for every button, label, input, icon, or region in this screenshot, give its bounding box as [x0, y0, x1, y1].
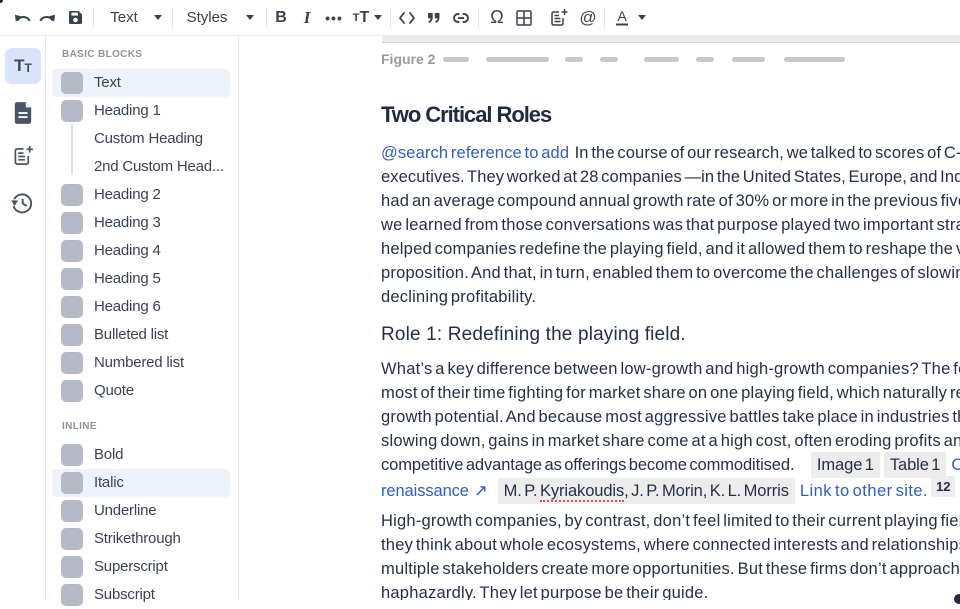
svg-text:A: A — [617, 9, 627, 24]
